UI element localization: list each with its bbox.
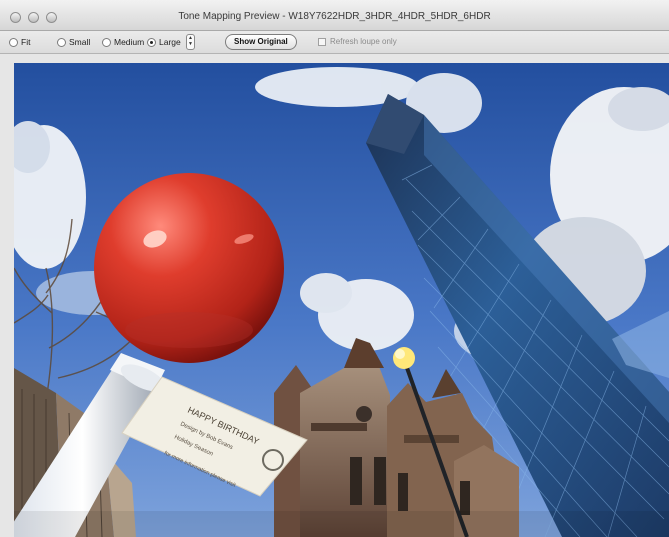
radio-indicator[interactable]: [147, 37, 156, 47]
radio-label: Fit: [21, 37, 31, 47]
size-stepper[interactable]: ▲ ▼: [186, 34, 195, 50]
hdr-photo: HAPPY BIRTHDAY Design by Bob Evans Holid…: [14, 63, 669, 537]
radio-label: Large: [159, 37, 181, 47]
red-ball: [94, 173, 284, 363]
radio-label: Medium: [114, 37, 145, 47]
foreground-shadow: [14, 511, 669, 537]
title-bar: Tone Mapping Preview - W18Y7622HDR_3HDR_…: [0, 0, 669, 31]
stepper-down-icon[interactable]: ▼: [187, 41, 194, 47]
refresh-loupe-checkbox[interactable]: Refresh loupe only: [318, 37, 397, 46]
radio-label: Small: [69, 37, 91, 47]
radio-indicator[interactable]: [57, 37, 66, 47]
preview-image[interactable]: HAPPY BIRTHDAY Design by Bob Evans Holid…: [14, 63, 669, 537]
radio-indicator[interactable]: [9, 37, 18, 47]
size-large-radio[interactable]: Large: [147, 37, 181, 47]
size-medium-radio[interactable]: Medium: [102, 37, 144, 47]
radio-indicator[interactable]: [102, 37, 111, 47]
window-title: Tone Mapping Preview - W18Y7622HDR_3HDR_…: [178, 11, 491, 22]
size-small-radio[interactable]: Small: [57, 37, 90, 47]
checkbox-label: Refresh loupe only: [330, 37, 397, 46]
preview-toolbar: Fit Small Medium Large ▲ ▼ Show Original…: [0, 31, 669, 54]
tone-mapping-preview-window: Tone Mapping Preview - W18Y7622HDR_3HDR_…: [0, 0, 669, 537]
size-fit-radio[interactable]: Fit: [9, 37, 30, 47]
show-original-button[interactable]: Show Original: [225, 34, 297, 50]
checkbox-box[interactable]: [318, 37, 326, 46]
